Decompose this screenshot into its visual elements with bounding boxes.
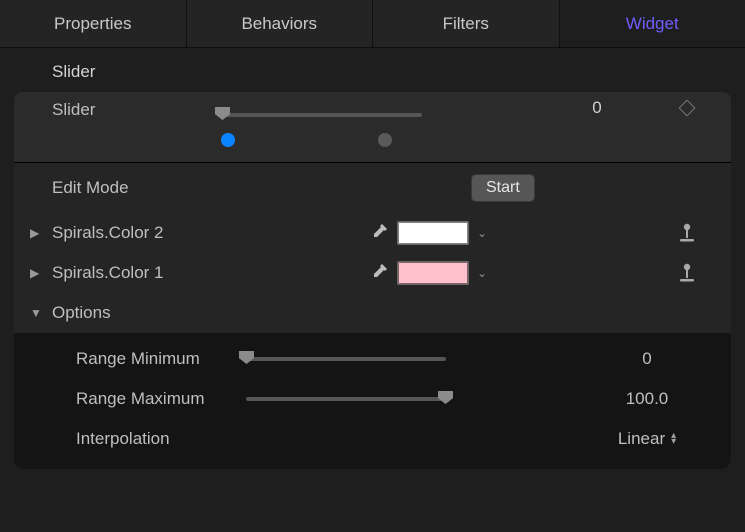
range-min-value[interactable]: 0 <box>577 349 717 369</box>
keyframe-icon[interactable] <box>679 100 696 117</box>
range-max-label: Range Maximum <box>76 389 246 409</box>
color2-label: Spirals.Color 2 <box>52 223 222 243</box>
rig-control-icon[interactable] <box>657 262 717 284</box>
tab-label: Behaviors <box>241 14 317 34</box>
interpolation-popup[interactable]: Linear ▴▾ <box>618 429 676 449</box>
range-min-row: Range Minimum 0 <box>14 339 731 379</box>
edit-mode-start-button[interactable]: Start <box>471 174 535 202</box>
options-header[interactable]: ▼ Options <box>14 293 731 333</box>
edit-mode-label: Edit Mode <box>52 178 222 198</box>
interpolation-row: Interpolation Linear ▴▾ <box>14 419 731 459</box>
slider-group: Slider 0 <box>14 92 731 162</box>
tab-label: Filters <box>443 14 489 34</box>
options-body: Range Minimum 0 Range Maximum 100.0 Inte… <box>14 333 731 469</box>
eyedropper-icon[interactable] <box>361 263 397 283</box>
slider-label: Slider <box>52 92 222 120</box>
disclosure-triangle-down-icon[interactable]: ▼ <box>30 306 42 320</box>
range-min-slider[interactable] <box>246 357 446 361</box>
tab-properties[interactable]: Properties <box>0 0 187 47</box>
color1-row: ▶ Spirals.Color 1 ⌄ <box>14 253 731 293</box>
color1-swatch[interactable] <box>397 261 469 285</box>
snapshot-marker-start[interactable] <box>221 133 235 147</box>
range-max-value[interactable]: 100.0 <box>577 389 717 409</box>
disclosure-triangle-icon[interactable]: ▶ <box>30 266 39 280</box>
slider-track[interactable] <box>222 113 422 117</box>
tab-behaviors[interactable]: Behaviors <box>187 0 374 47</box>
edit-mode-row: Edit Mode Start <box>14 163 731 213</box>
tab-label: Widget <box>626 14 679 34</box>
section-title: Slider <box>0 48 745 92</box>
inspector-tabs: Properties Behaviors Filters Widget <box>0 0 745 48</box>
popup-arrows-icon: ▴▾ <box>671 433 676 445</box>
tab-label: Properties <box>54 14 131 34</box>
disclosure-triangle-icon[interactable]: ▶ <box>30 226 39 240</box>
interpolation-label: Interpolation <box>76 429 246 449</box>
range-max-slider[interactable] <box>246 397 446 401</box>
range-max-thumb[interactable] <box>438 391 453 404</box>
tab-filters[interactable]: Filters <box>373 0 560 47</box>
color2-row: ▶ Spirals.Color 2 ⌄ <box>14 213 731 253</box>
options-label: Options <box>52 303 222 323</box>
snapshot-marker-end[interactable] <box>378 133 392 147</box>
color1-label: Spirals.Color 1 <box>52 263 222 283</box>
chevron-down-icon[interactable]: ⌄ <box>477 226 487 240</box>
slider-value[interactable]: 0 <box>537 92 657 118</box>
chevron-down-icon[interactable]: ⌄ <box>477 266 487 280</box>
tab-widget[interactable]: Widget <box>560 0 745 47</box>
interpolation-value: Linear <box>618 429 665 449</box>
snapshot-track[interactable] <box>222 139 422 141</box>
range-max-row: Range Maximum 100.0 <box>14 379 731 419</box>
inspector-panel: Properties Behaviors Filters Widget Slid… <box>0 0 745 469</box>
eyedropper-icon[interactable] <box>361 223 397 243</box>
color2-swatch[interactable] <box>397 221 469 245</box>
rig-control-icon[interactable] <box>657 222 717 244</box>
range-min-label: Range Minimum <box>76 349 246 369</box>
